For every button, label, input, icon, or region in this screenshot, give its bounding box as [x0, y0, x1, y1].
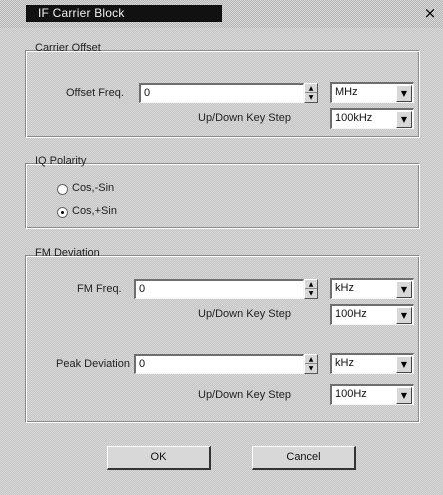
fm-freq-input[interactable]: 0 [134, 279, 304, 299]
fm-freq-label: FM Freq. [77, 283, 122, 295]
offset-freq-stepper[interactable]: ▲ ▼ [304, 83, 318, 103]
chevron-down-icon[interactable]: ▼ [396, 387, 412, 404]
fm-updown-value: 100Hz [335, 308, 367, 320]
peak-deviation-unit-select[interactable]: kHz ▼ [330, 353, 414, 374]
fm-freq-unit-select[interactable]: kHz ▼ [330, 278, 414, 299]
ok-button[interactable]: OK [107, 446, 211, 470]
offset-freq-label: Offset Freq. [66, 87, 124, 99]
chevron-down-icon[interactable]: ▼ [396, 356, 412, 373]
spin-down-icon[interactable]: ▼ [305, 289, 317, 298]
peak-deviation-input[interactable]: 0 [134, 354, 304, 374]
spin-up-icon[interactable]: ▲ [305, 280, 317, 289]
iq-polarity-group-label: IQ Polarity [35, 155, 87, 167]
close-icon[interactable]: × [422, 5, 438, 21]
peak-updown-label: Up/Down Key Step [198, 389, 291, 401]
iq-option-label[interactable]: Cos,+Sin [72, 205, 117, 217]
fm-deviation-group-label: FM Deviation [35, 247, 100, 259]
fm-freq-unit-value: kHz [335, 282, 354, 294]
window-title: IF Carrier Block [38, 6, 125, 20]
chevron-down-icon[interactable]: ▼ [396, 281, 412, 298]
cancel-button[interactable]: Cancel [252, 446, 356, 470]
iq-polarity-group [25, 163, 420, 229]
fm-updown-label: Up/Down Key Step [198, 308, 291, 320]
spin-up-icon[interactable]: ▲ [305, 355, 317, 364]
iq-option-label[interactable]: Cos,-Sin [72, 182, 114, 194]
offset-updown-select[interactable]: 100kHz ▼ [330, 108, 414, 129]
iq-radio-cos-minus-sin[interactable] [57, 184, 68, 195]
offset-updown-label: Up/Down Key Step [198, 112, 291, 124]
fm-updown-select[interactable]: 100Hz ▼ [330, 304, 414, 325]
spin-down-icon[interactable]: ▼ [305, 93, 317, 102]
chevron-down-icon[interactable]: ▼ [396, 85, 412, 102]
offset-unit-value: MHz [335, 86, 358, 98]
spin-up-icon[interactable]: ▲ [305, 84, 317, 93]
chevron-down-icon[interactable]: ▼ [396, 111, 412, 128]
peak-updown-select[interactable]: 100Hz ▼ [330, 384, 414, 405]
chevron-down-icon[interactable]: ▼ [396, 307, 412, 324]
offset-unit-select[interactable]: MHz ▼ [330, 82, 414, 103]
carrier-offset-group-label: Carrier Offset [35, 42, 101, 54]
peak-deviation-label: Peak Deviation [56, 358, 130, 370]
spin-down-icon[interactable]: ▼ [305, 364, 317, 373]
fm-freq-stepper[interactable]: ▲ ▼ [304, 279, 318, 299]
peak-deviation-unit-value: kHz [335, 357, 354, 369]
peak-updown-value: 100Hz [335, 388, 367, 400]
peak-deviation-stepper[interactable]: ▲ ▼ [304, 354, 318, 374]
offset-updown-value: 100kHz [335, 112, 373, 124]
iq-radio-cos-plus-sin[interactable] [57, 207, 68, 218]
offset-freq-input[interactable]: 0 [139, 83, 304, 103]
